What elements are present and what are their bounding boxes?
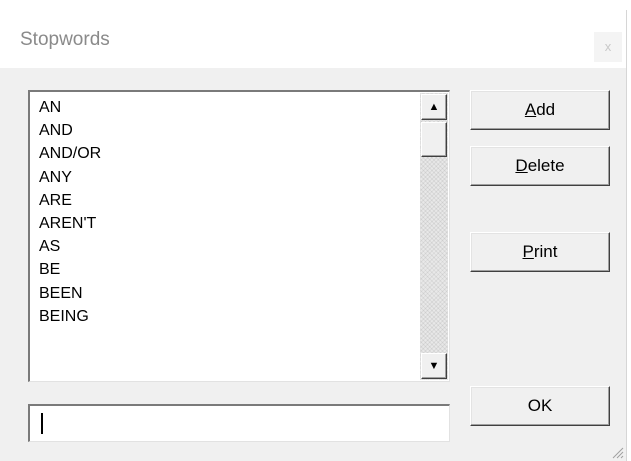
- add-button-label: dd: [536, 100, 556, 119]
- scroll-thumb[interactable]: [421, 122, 447, 157]
- list-item[interactable]: BEING: [30, 305, 418, 328]
- arrow-down-icon: ▼: [428, 360, 440, 372]
- scroll-up-button[interactable]: ▲: [421, 94, 447, 120]
- list-item[interactable]: AS: [30, 235, 418, 258]
- ok-button-label: OK: [527, 396, 553, 415]
- list-item[interactable]: AREN'T: [30, 212, 418, 235]
- stopwords-dialog: Stopwords x AN AND AND/OR ANY ARE AREN'T AS BE B…: [0, 10, 627, 461]
- list-item[interactable]: BE: [30, 258, 418, 281]
- close-icon: x: [604, 39, 612, 54]
- text-caret: [41, 413, 43, 434]
- add-button-mnemonic: A: [524, 100, 537, 119]
- delete-button-mnemonic: D: [515, 156, 528, 175]
- title-bar[interactable]: Stopwords x: [0, 10, 626, 68]
- add-button[interactable]: Add: [470, 90, 610, 130]
- delete-button[interactable]: Delete: [470, 146, 610, 186]
- stopword-listbox[interactable]: AN AND AND/OR ANY ARE AREN'T AS BE BEEN BEING ▲ ▼: [28, 90, 450, 382]
- background-text-fragment: [18, 0, 34, 8]
- print-button-mnemonic: P: [522, 242, 534, 261]
- stopword-list-items: AN AND AND/OR ANY ARE AREN'T AS BE BEEN BEING: [30, 92, 418, 381]
- new-stopword-input[interactable]: [28, 404, 450, 442]
- list-item[interactable]: ARE: [30, 189, 418, 212]
- list-item[interactable]: AND: [30, 119, 418, 142]
- dialog-title: Stopwords: [20, 29, 110, 50]
- scroll-down-button[interactable]: ▼: [421, 353, 447, 379]
- list-item[interactable]: AN: [30, 96, 418, 119]
- list-item[interactable]: BEEN: [30, 282, 418, 305]
- close-button[interactable]: x: [594, 32, 622, 62]
- background-window-strip: [0, 0, 631, 10]
- print-button[interactable]: Print: [470, 232, 610, 272]
- arrow-up-icon: ▲: [428, 101, 440, 113]
- list-item[interactable]: ANY: [30, 166, 418, 189]
- print-button-label: rint: [533, 242, 558, 261]
- vertical-scrollbar[interactable]: ▲ ▼: [420, 93, 448, 380]
- ok-button[interactable]: OK: [470, 386, 610, 426]
- delete-button-label: elete: [527, 156, 565, 175]
- resize-grip-icon[interactable]: [610, 445, 624, 459]
- list-item[interactable]: AND/OR: [30, 142, 418, 165]
